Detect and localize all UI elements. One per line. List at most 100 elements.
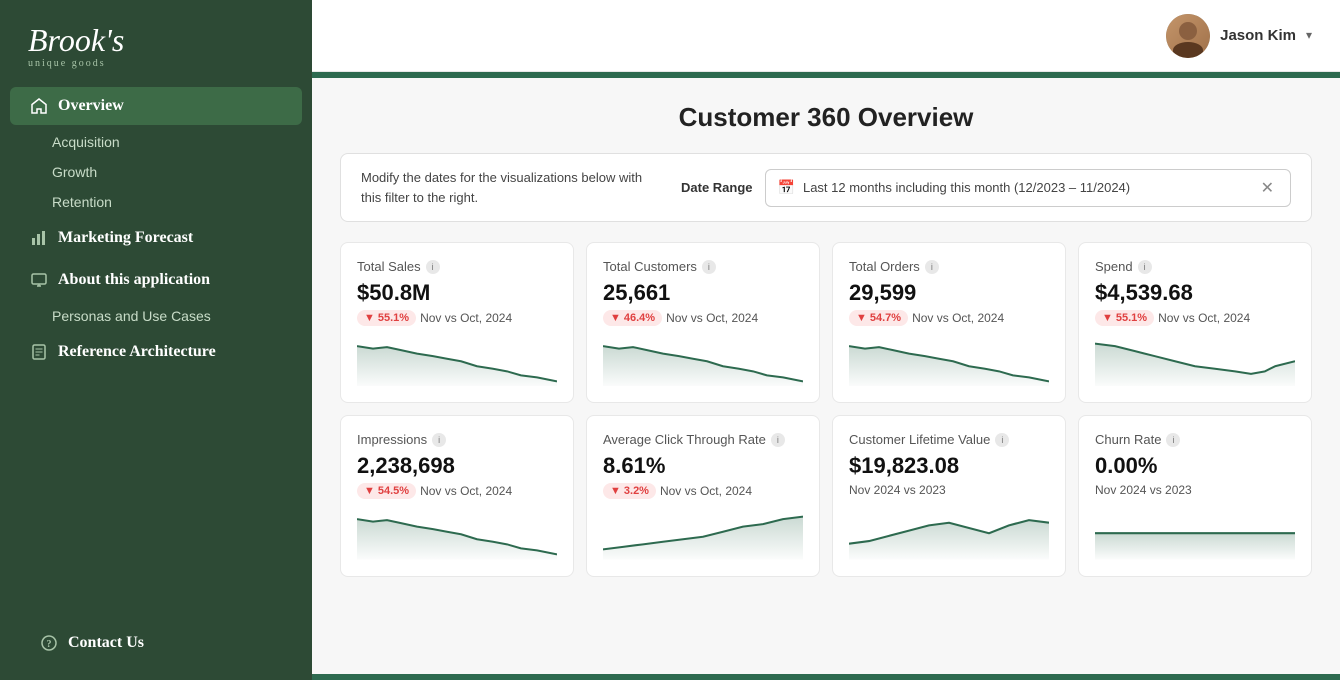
sidebar-item-reference-label: Reference Architecture — [58, 343, 216, 361]
sidebar-item-marketing-forecast[interactable]: Marketing Forecast — [10, 219, 302, 257]
info-icon[interactable]: i — [1138, 260, 1152, 274]
chevron-down-icon: ▾ — [1306, 28, 1312, 43]
metric-card: Impressions i 2,238,698 ▼ 54.5% Nov vs Oc… — [340, 415, 574, 576]
change-pct: 46.4% — [624, 312, 655, 324]
metric-card: Churn Rate i0.00%Nov 2024 vs 2023 — [1078, 415, 1312, 576]
sidebar-item-retention[interactable]: Retention — [0, 187, 312, 217]
sparkline — [849, 507, 1049, 559]
arrow-down-icon: ▼ — [1102, 312, 1113, 324]
metric-title-text: Impressions — [357, 432, 427, 447]
change-label: Nov vs Oct, 2024 — [912, 311, 1004, 325]
metric-value: 2,238,698 — [357, 453, 557, 479]
metric-value: 29,599 — [849, 280, 1049, 306]
info-icon[interactable]: i — [1166, 433, 1180, 447]
metric-value: $4,539.68 — [1095, 280, 1295, 306]
svg-text:?: ? — [47, 639, 52, 650]
sparkline — [357, 509, 557, 559]
change-label: Nov vs Oct, 2024 — [1158, 311, 1250, 325]
metric-change: ▼ 55.1% Nov vs Oct, 2024 — [1095, 310, 1295, 326]
sidebar-item-growth[interactable]: Growth — [0, 157, 312, 187]
metric-title: Impressions i — [357, 432, 557, 447]
change-label: Nov 2024 vs 2023 — [1095, 483, 1192, 497]
user-name: Jason Kim — [1220, 27, 1296, 44]
sidebar-item-about-label: About this application — [58, 271, 210, 289]
page-body: Customer 360 Overview Modify the dates f… — [312, 78, 1340, 674]
main-content: Jason Kim ▾ Customer 360 Overview Modify… — [312, 0, 1340, 680]
app-logo: Brook's — [28, 24, 284, 56]
sidebar-item-overview[interactable]: Overview — [10, 87, 302, 125]
filter-description: Modify the dates for the visualizations … — [361, 168, 661, 207]
metric-title: Total Orders i — [849, 259, 1049, 274]
metric-card: Total Orders i 29,599 ▼ 54.7% Nov vs Oct,… — [832, 242, 1066, 403]
arrow-down-icon: ▼ — [364, 312, 375, 324]
info-icon[interactable]: i — [702, 260, 716, 274]
sidebar: Brook's unique goods Overview Acquisitio… — [0, 0, 312, 680]
change-badge: ▼ 55.1% — [1095, 310, 1154, 326]
sparkline — [849, 336, 1049, 386]
metric-title-text: Customer Lifetime Value — [849, 432, 990, 447]
info-icon[interactable]: i — [771, 433, 785, 447]
sparkline — [1095, 507, 1295, 559]
sparkline — [357, 336, 557, 386]
change-pct: 54.7% — [870, 312, 901, 324]
arrow-down-icon: ▼ — [856, 312, 867, 324]
info-icon[interactable]: i — [925, 260, 939, 274]
bottom-green-bar — [312, 674, 1340, 680]
metric-title-text: Spend — [1095, 259, 1133, 274]
arrow-down-icon: ▼ — [364, 485, 375, 497]
date-range-select[interactable]: 📅 Last 12 months including this month (1… — [765, 169, 1291, 207]
change-badge: ▼ 55.1% — [357, 310, 416, 326]
metric-change: ▼ 3.2% Nov vs Oct, 2024 — [603, 483, 803, 499]
info-icon[interactable]: i — [432, 433, 446, 447]
sidebar-item-acquisition[interactable]: Acquisition — [0, 127, 312, 157]
metric-title-text: Total Customers — [603, 259, 697, 274]
change-badge: ▼ 46.4% — [603, 310, 662, 326]
metrics-row-1: Total Sales i$50.8M ▼ 55.1% Nov vs Oct, … — [340, 242, 1312, 403]
metric-value: 25,661 — [603, 280, 803, 306]
chart-icon — [30, 229, 48, 247]
arrow-down-icon: ▼ — [610, 485, 621, 497]
user-menu[interactable]: Jason Kim ▾ — [1166, 14, 1312, 58]
arrow-down-icon: ▼ — [610, 312, 621, 324]
close-icon[interactable]: ✕ — [1257, 178, 1278, 198]
metric-card: Spend i $4,539.68 ▼ 55.1% Nov vs Oct, 202… — [1078, 242, 1312, 403]
sparkline — [1095, 336, 1295, 386]
metric-change: Nov 2024 vs 2023 — [849, 483, 1049, 497]
metric-card: Average Click Through Rate i 8.61% ▼ 3.2%… — [586, 415, 820, 576]
metric-title: Total Customers i — [603, 259, 803, 274]
sparkline — [603, 336, 803, 386]
monitor-icon — [30, 271, 48, 289]
change-badge: ▼ 54.7% — [849, 310, 908, 326]
metric-change: ▼ 54.5% Nov vs Oct, 2024 — [357, 483, 557, 499]
logo-area: Brook's unique goods — [0, 0, 312, 85]
sidebar-item-personas[interactable]: Personas and Use Cases — [0, 301, 312, 331]
metric-title: Average Click Through Rate i — [603, 432, 803, 447]
metric-title-text: Churn Rate — [1095, 432, 1161, 447]
info-icon[interactable]: i — [426, 260, 440, 274]
metric-title-text: Total Sales — [357, 259, 421, 274]
info-icon[interactable]: i — [995, 433, 1009, 447]
change-badge: ▼ 54.5% — [357, 483, 416, 499]
help-icon: ? — [40, 634, 58, 652]
sparkline — [603, 509, 803, 559]
metric-card: Customer Lifetime Value i$19,823.08Nov 2… — [832, 415, 1066, 576]
metric-title: Total Sales i — [357, 259, 557, 274]
change-label: Nov vs Oct, 2024 — [420, 311, 512, 325]
metric-value: 8.61% — [603, 453, 803, 479]
sidebar-item-about[interactable]: About this application — [10, 261, 302, 299]
date-range-label: Date Range — [681, 180, 753, 195]
sidebar-item-contact[interactable]: ? Contact Us — [20, 624, 292, 662]
metric-title: Churn Rate i — [1095, 432, 1295, 447]
change-pct: 3.2% — [624, 485, 649, 497]
sidebar-item-reference[interactable]: Reference Architecture — [10, 333, 302, 371]
home-icon — [30, 97, 48, 115]
metric-card: Total Sales i$50.8M ▼ 55.1% Nov vs Oct, … — [340, 242, 574, 403]
metrics-row-2: Impressions i 2,238,698 ▼ 54.5% Nov vs Oc… — [340, 415, 1312, 576]
change-pct: 54.5% — [378, 485, 409, 497]
date-range-value: Last 12 months including this month (12/… — [803, 180, 1130, 195]
metric-title: Customer Lifetime Value i — [849, 432, 1049, 447]
metric-title-text: Total Orders — [849, 259, 920, 274]
filter-right: Date Range 📅 Last 12 months including th… — [681, 169, 1291, 207]
metric-change: ▼ 46.4% Nov vs Oct, 2024 — [603, 310, 803, 326]
calendar-icon: 📅 — [778, 179, 795, 196]
